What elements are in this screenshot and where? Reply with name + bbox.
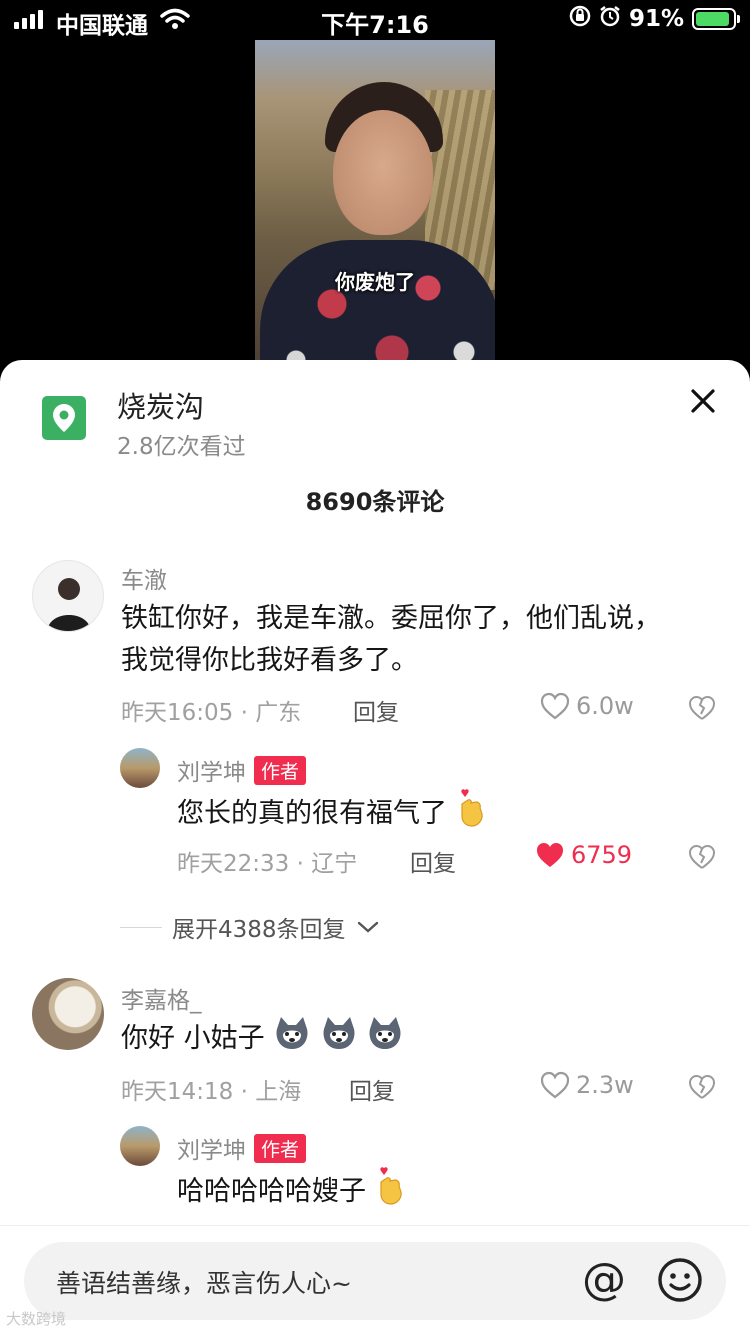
- avatar[interactable]: [32, 978, 104, 1050]
- reply-nickname[interactable]: 刘学坤 作者: [177, 1131, 307, 1165]
- close-button[interactable]: [688, 386, 718, 416]
- reply-nickname[interactable]: 刘学坤 作者: [177, 753, 307, 787]
- dislike-button[interactable]: [688, 1074, 716, 1104]
- comment-input-bar: 善语结善缘，恶言伤人心~ @: [0, 1225, 750, 1334]
- expand-replies-label: 展开4388条回复: [172, 917, 346, 943]
- comment-input-placeholder: 善语结善缘，恶言伤人心~: [56, 1269, 352, 1298]
- close-icon: [691, 389, 715, 413]
- like-button[interactable]: 2.3w: [540, 1071, 634, 1099]
- reply-text[interactable]: 您长的真的很有福气了: [177, 788, 488, 841]
- divider: [120, 926, 162, 928]
- chevron-down-icon: [357, 921, 378, 933]
- like-button[interactable]: 6759: [535, 841, 632, 869]
- emoji-button[interactable]: [656, 1256, 704, 1308]
- video-subtitle: 你废炮了: [335, 270, 415, 294]
- heart-outline-icon: [540, 692, 570, 720]
- alarm-icon: [599, 5, 621, 33]
- reply-time-location: 昨天22:33 · 辽宁: [177, 851, 358, 877]
- like-count: 2.3w: [576, 1071, 634, 1099]
- comment-text[interactable]: 你好 小姑子: [121, 1015, 701, 1064]
- like-count: 6759: [571, 841, 633, 869]
- status-bar: 中国联通 下午7:16 91%: [0, 0, 750, 40]
- like-count: 6.0w: [576, 692, 634, 720]
- person-face: [333, 110, 433, 235]
- heart-outline-icon: [540, 1071, 570, 1099]
- author-avatar[interactable]: [120, 748, 160, 788]
- comment-input[interactable]: 善语结善缘，恶言伤人心~ @: [24, 1242, 726, 1320]
- author-badge: 作者: [254, 1134, 307, 1163]
- comment-time-location: 昨天14:18 · 上海: [121, 1079, 302, 1105]
- watermark: 大数跨境: [6, 1310, 67, 1328]
- avatar[interactable]: [32, 560, 104, 632]
- orientation-lock-icon: [569, 5, 591, 33]
- heart-filled-icon: [537, 843, 563, 867]
- comments-sheet: 烧炭沟 2.8亿次看过 8690条评论 车澈 铁缸你好，我是车澈。委屈你了，他们…: [0, 360, 750, 1334]
- broken-heart-icon: [688, 695, 716, 720]
- comment-count: 8690条评论: [305, 488, 445, 516]
- expand-replies-button[interactable]: 展开4388条回复: [120, 910, 380, 944]
- person-floral-jacket: [260, 240, 495, 370]
- comment-nickname[interactable]: 车澈: [121, 561, 167, 595]
- comment-nickname[interactable]: 李嘉格_: [121, 981, 202, 1015]
- mention-button[interactable]: @: [582, 1254, 626, 1306]
- reply-button[interactable]: 回复: [349, 1072, 395, 1106]
- broken-heart-icon: [688, 844, 716, 869]
- video-frame[interactable]: 你废炮了: [255, 40, 495, 370]
- dislike-button[interactable]: [688, 844, 716, 874]
- husky-emoji-icon: [273, 1015, 311, 1064]
- finger-heart-emoji-icon: [456, 788, 488, 841]
- reply-text[interactable]: 哈哈哈哈哈嫂子: [177, 1166, 407, 1219]
- husky-emoji-icon: [366, 1015, 404, 1064]
- battery-percent: 91%: [628, 6, 684, 32]
- location-views: 2.8亿次看过: [117, 434, 246, 460]
- location-pin-icon[interactable]: [42, 396, 86, 440]
- comment-text[interactable]: 铁缸你好，我是车澈。委屈你了，他们乱说，我觉得你比我好看多了。: [121, 598, 681, 682]
- reply-button[interactable]: 回复: [353, 693, 399, 727]
- broken-heart-icon: [688, 1074, 716, 1099]
- dislike-button[interactable]: [688, 695, 716, 725]
- battery-icon: [692, 8, 740, 30]
- location-title[interactable]: 烧炭沟: [117, 384, 204, 426]
- author-avatar[interactable]: [120, 1126, 160, 1166]
- like-button[interactable]: 6.0w: [540, 692, 634, 720]
- reply-button[interactable]: 回复: [410, 844, 456, 878]
- husky-emoji-icon: [320, 1015, 358, 1064]
- finger-heart-emoji-icon: [375, 1166, 407, 1219]
- smiley-icon: [658, 1258, 702, 1302]
- comment-time-location: 昨天16:05 · 广东: [121, 700, 302, 726]
- author-badge: 作者: [254, 756, 307, 785]
